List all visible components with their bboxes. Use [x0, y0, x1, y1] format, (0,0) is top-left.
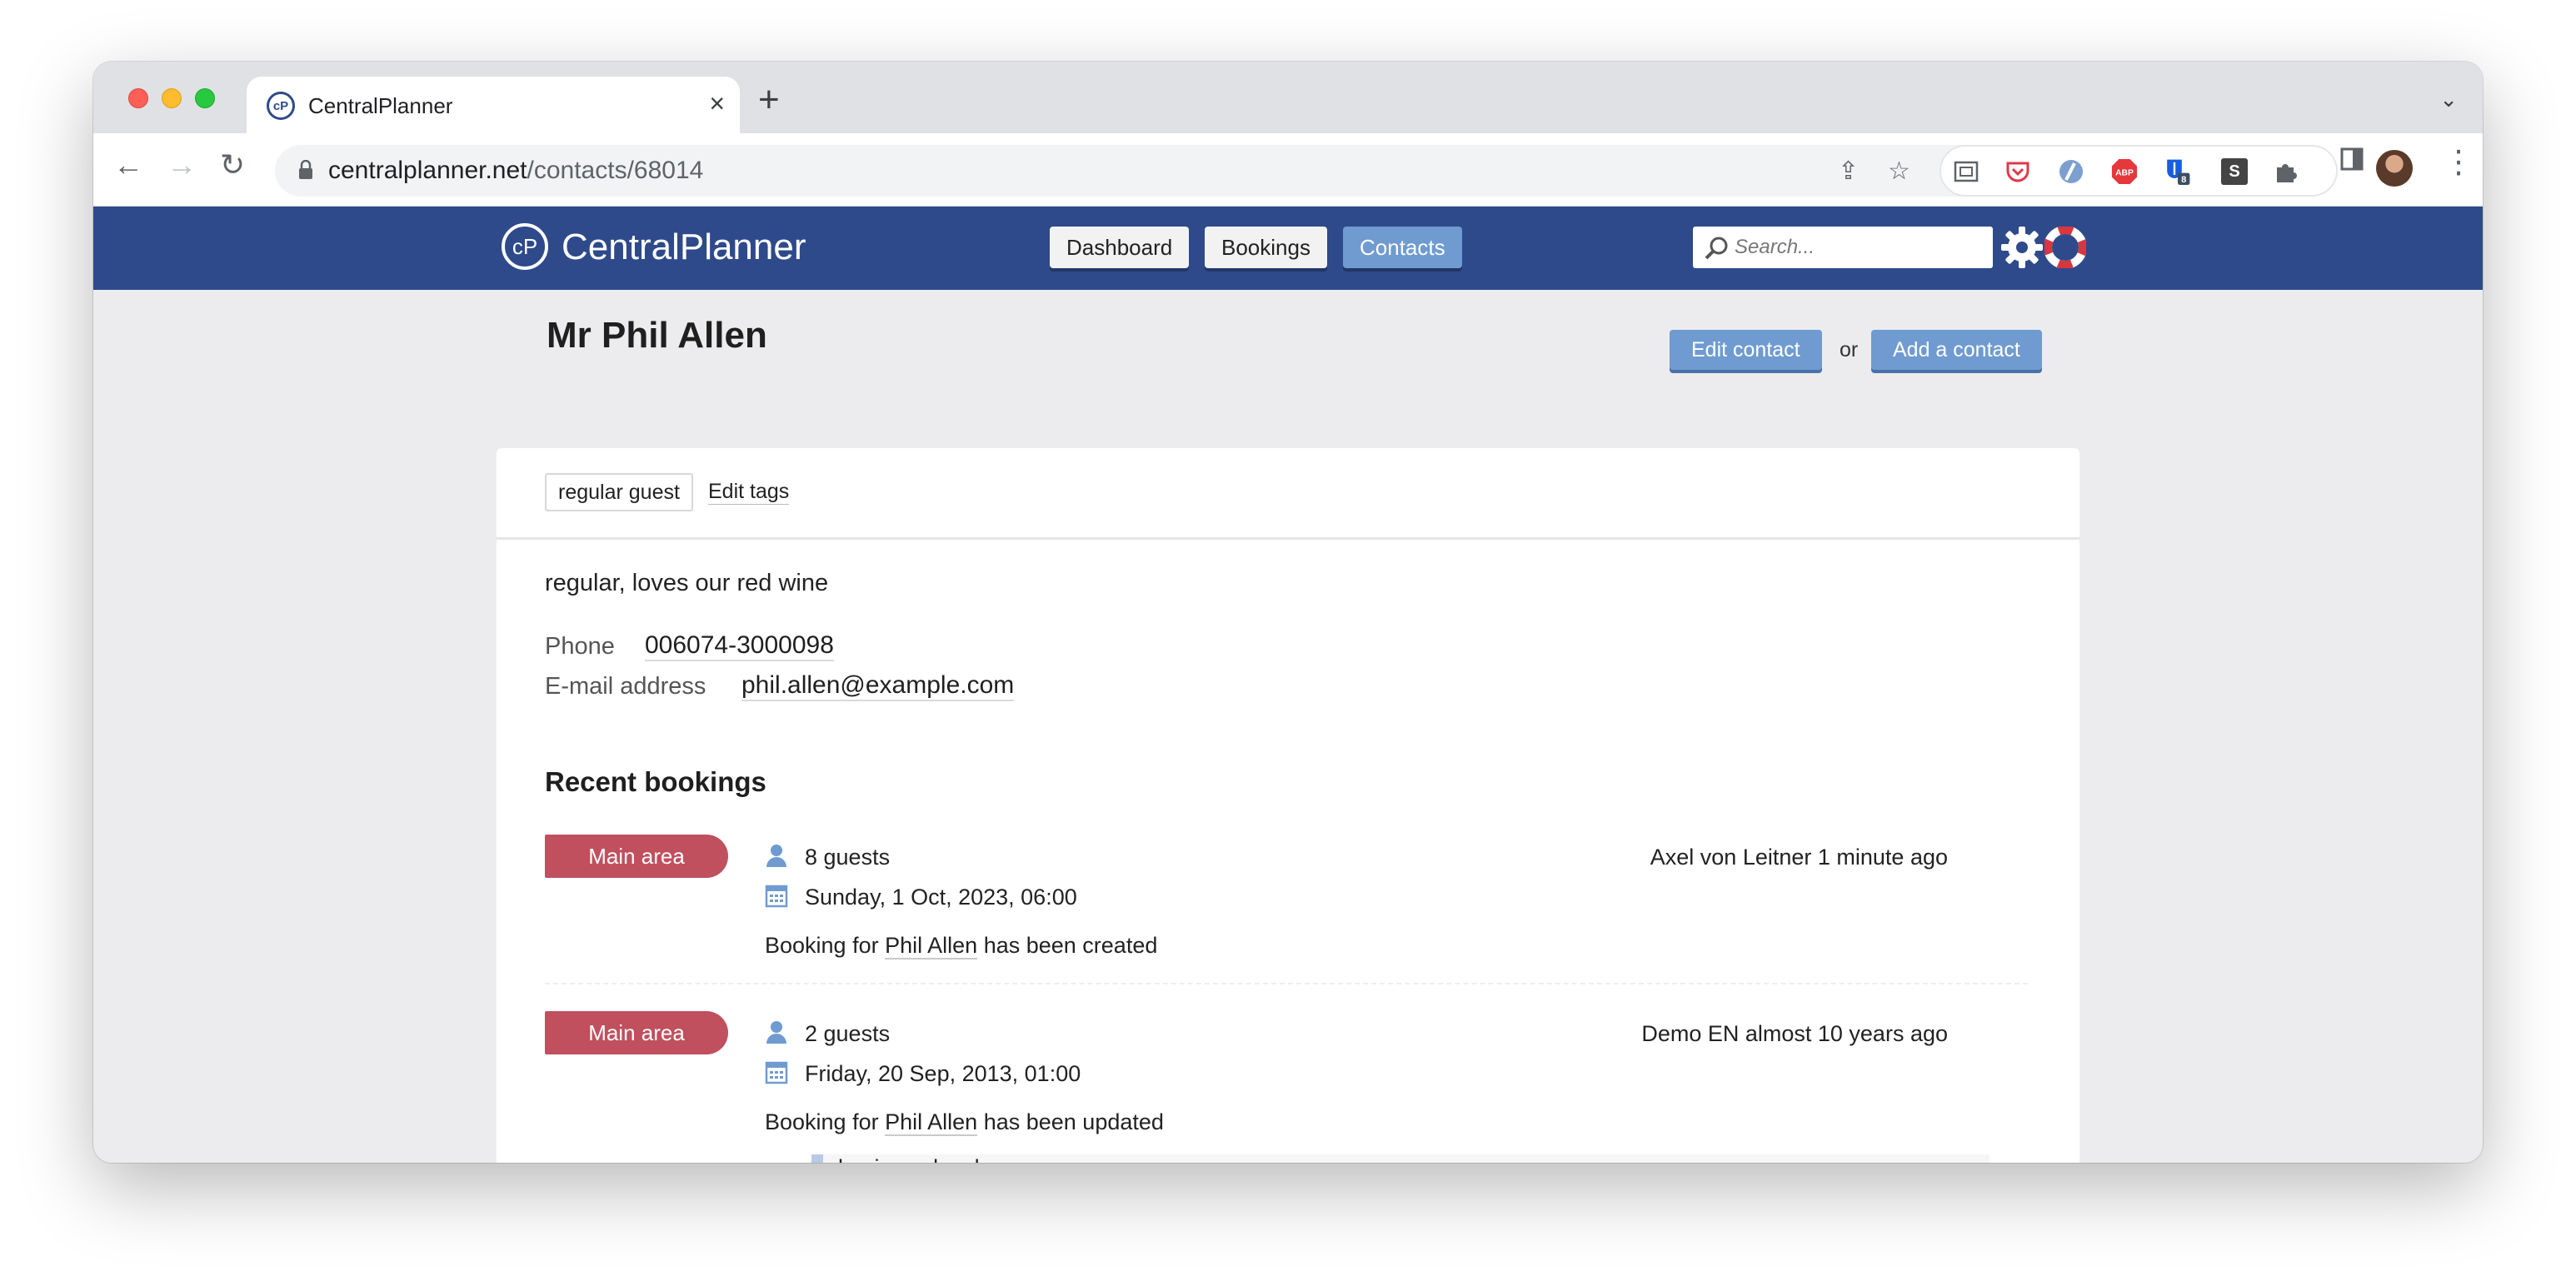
close-icon[interactable]: × [709, 88, 725, 119]
message-suffix: has been updated [983, 1109, 1164, 1134]
url-host: centralplanner.net [328, 157, 527, 184]
puzzle-icon[interactable] [2273, 158, 2299, 185]
booking-author-time: Axel von Leitner 1 minute ago [1650, 845, 1948, 870]
kebab-menu-icon[interactable]: ⋮ [2443, 147, 2474, 178]
ext-blue-icon[interactable] [2058, 158, 2084, 185]
screenshot-icon[interactable] [1953, 158, 1979, 185]
booking-message: Booking for Phil Allen has been updated [765, 1109, 1164, 1136]
recent-bookings-title: Recent bookings [545, 766, 766, 797]
divider [545, 983, 2028, 984]
message-suffix: has been created [983, 933, 1158, 958]
area-badge: Main area [545, 835, 728, 878]
page-title: Mr Phil Allen [547, 315, 767, 356]
adblock-icon[interactable]: ABP [2111, 158, 2138, 185]
search-input[interactable]: Search... [1693, 227, 1993, 268]
search-placeholder: Search... [1735, 236, 1815, 258]
chevron-down-icon[interactable]: ⌄ [2439, 87, 2458, 112]
calendar-icon [765, 885, 788, 908]
minimize-window-button[interactable] [162, 88, 182, 108]
url-path: /contacts/68014 [527, 157, 704, 184]
reload-button[interactable]: ↻ [220, 150, 245, 180]
contact-card: regular guest Edit tags regular, loves o… [497, 448, 2079, 1163]
message-prefix: Booking for [765, 933, 879, 958]
favicon-icon: cP [267, 92, 295, 120]
nav-dashboard[interactable]: Dashboard [1050, 227, 1190, 268]
page-content: Mr Phil Allen Edit contact or Add a cont… [93, 290, 2483, 1163]
tags-row: regular guest Edit tags [497, 448, 2079, 540]
email-value[interactable]: phil.allen@example.com [741, 671, 1015, 701]
browser-window: cP CentralPlanner × + ⌄ ← → ↻ centralpla… [93, 62, 2483, 1163]
address-bar[interactable]: centralplanner.net/contacts/68014 ⇪ ☆ [275, 145, 1993, 197]
search-icon [1705, 237, 1728, 260]
guests-icon [766, 845, 786, 867]
nav-contacts[interactable]: Contacts [1343, 227, 1462, 268]
edit-tags-link[interactable]: Edit tags [708, 480, 790, 505]
add-contact-button[interactable]: Add a contact [1871, 330, 2042, 370]
zoom-window-button[interactable] [195, 88, 215, 108]
tag-chip[interactable]: regular guest [545, 473, 693, 511]
pocket-icon[interactable] [2004, 158, 2031, 185]
forward-button[interactable]: → [167, 150, 197, 180]
guest-count: 8 guests [805, 845, 891, 870]
calendar-icon [765, 1061, 788, 1084]
email-label: E-mail address [545, 673, 706, 700]
booking-item[interactable]: Main area 8 guests Sunday, 1 Oct, 2023, … [545, 835, 2028, 984]
url-text: centralplanner.net/contacts/68014 [328, 157, 703, 185]
s-ext-icon[interactable]: S [2221, 158, 2248, 185]
booking-item[interactable]: Main area 2 guests Friday, 20 Sep, 2013,… [545, 1011, 2028, 1163]
bookmark-star-icon[interactable]: ☆ [1888, 157, 1910, 186]
nav-bookings[interactable]: Bookings [1205, 227, 1327, 268]
guest-count: 2 guests [805, 1021, 891, 1046]
abp-label: ABP [2115, 169, 2134, 178]
phone-value[interactable]: 006074-3000098 [645, 631, 834, 661]
share-icon[interactable]: ⇪ [1838, 157, 1859, 186]
booking-datetime: Friday, 20 Sep, 2013, 01:00 [805, 1061, 1081, 1086]
browser-toolbar: ← → ↻ centralplanner.net/contacts/68014 … [93, 133, 2483, 207]
bitwarden-icon[interactable]: 8 [2164, 158, 2191, 185]
tab-strip: cP CentralPlanner × + ⌄ [93, 62, 2483, 135]
tab-title: CentralPlanner [308, 93, 453, 118]
booking-datetime: Sunday, 1 Oct, 2023, 06:00 [805, 885, 1077, 910]
app-header: cP CentralPlanner Dashboard Bookings Con… [93, 207, 2483, 290]
message-prefix: Booking for [765, 1109, 879, 1134]
booking-author-time: Demo EN almost 10 years ago [1641, 1021, 1948, 1046]
booking-note: business lunch [811, 1154, 1989, 1163]
phone-label: Phone [545, 633, 615, 660]
contact-notes: regular, loves our red wine [545, 570, 829, 596]
new-tab-button[interactable]: + [758, 82, 780, 118]
close-window-button[interactable] [128, 88, 148, 108]
contact-link[interactable]: Phil Allen [885, 933, 978, 960]
bitwarden-badge: 8 [2181, 175, 2186, 185]
tab-centralplanner[interactable]: cP CentralPlanner × [247, 77, 740, 135]
gear-icon[interactable] [1999, 225, 2044, 270]
help-lifebuoy-icon[interactable] [2044, 227, 2086, 268]
side-panel-icon[interactable] [2339, 147, 2364, 177]
extensions-area: ABP 8 S [1939, 145, 2338, 197]
area-badge: Main area [545, 1011, 728, 1054]
booking-note-text: business lunch [838, 1155, 987, 1163]
contact-link[interactable]: Phil Allen [885, 1109, 978, 1136]
logo-icon[interactable]: cP [502, 223, 548, 270]
booking-message: Booking for Phil Allen has been created [765, 933, 1158, 960]
or-text: or [1840, 338, 1859, 361]
profile-avatar[interactable] [2376, 150, 2413, 187]
guests-icon [766, 1021, 786, 1044]
edit-contact-button[interactable]: Edit contact [1670, 330, 1822, 370]
logo-text[interactable]: CentralPlanner [562, 227, 806, 268]
back-button[interactable]: ← [113, 150, 143, 180]
lock-icon [299, 160, 312, 179]
